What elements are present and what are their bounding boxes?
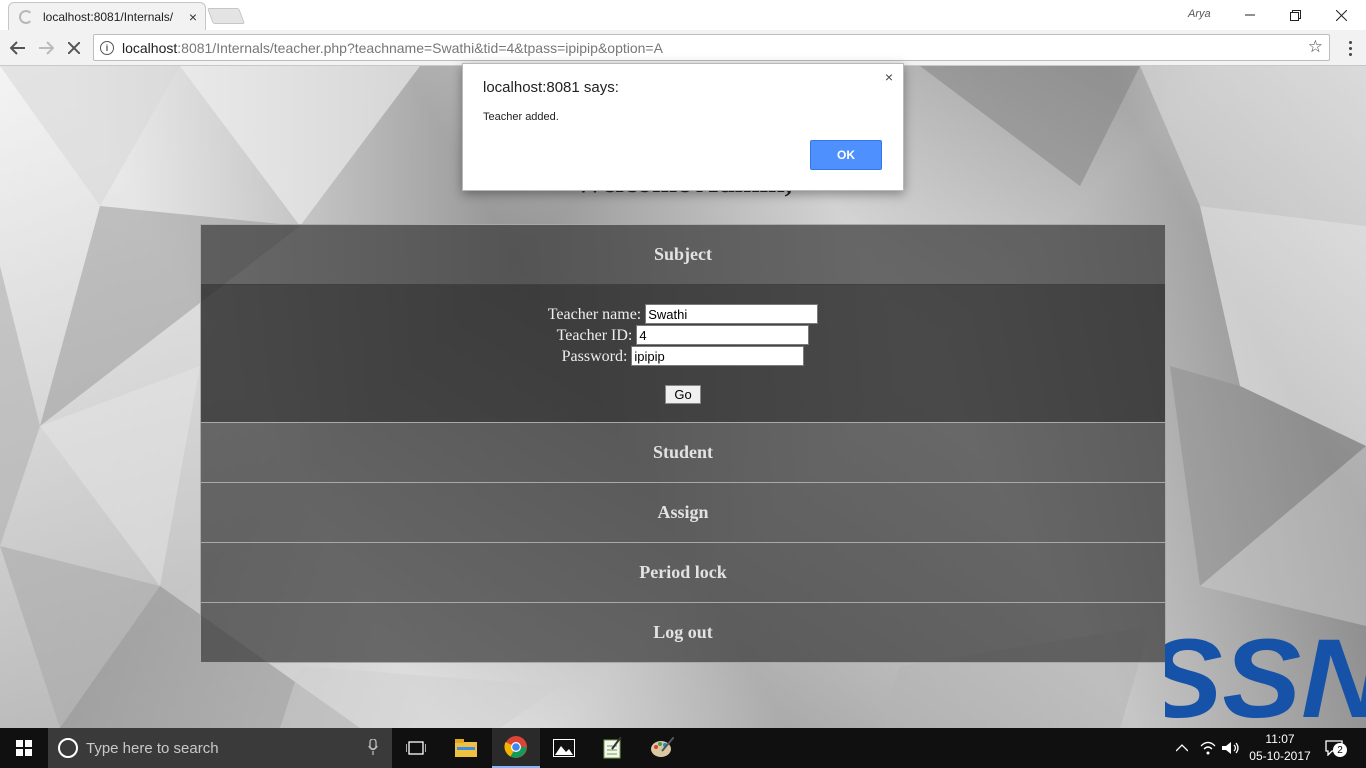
teacher-id-input[interactable] (636, 325, 810, 345)
chrome-icon[interactable] (492, 728, 540, 768)
address-bar[interactable]: i localhost:8081/Internals/teacher.php?t… (93, 34, 1330, 61)
bookmark-star-icon[interactable]: ☆ (1308, 37, 1323, 57)
window-close-icon[interactable] (1318, 0, 1364, 30)
restore-icon[interactable] (1272, 0, 1318, 30)
menu-subject[interactable]: Subject (200, 224, 1166, 285)
menu-log-out[interactable]: Log out (200, 602, 1166, 663)
url-text: localhost:8081/Internals/teacher.php?tea… (122, 39, 663, 56)
browser-titlebar: localhost:8081/Internals/ × Arya (0, 0, 1366, 30)
teacher-name-input[interactable] (645, 304, 819, 324)
menu-period-lock[interactable]: Period lock (200, 542, 1166, 603)
wifi-icon[interactable] (1200, 728, 1216, 768)
browser-menu-icon[interactable] (1340, 36, 1360, 60)
notification-count-badge: 2 (1333, 743, 1347, 757)
admin-menu: Subject Teacher name: Teacher ID: Passwo… (200, 224, 1166, 663)
go-button[interactable]: Go (665, 385, 701, 404)
ssn-logo: SSN (1165, 626, 1366, 728)
new-tab-button[interactable] (207, 8, 245, 24)
back-icon[interactable] (6, 36, 30, 60)
alert-dialog: localhost:8081 says: × Teacher added. OK (462, 63, 904, 191)
dialog-title: localhost:8081 says: (483, 79, 619, 96)
forward-icon[interactable] (34, 36, 58, 60)
profile-name[interactable]: Arya (1188, 8, 1211, 20)
password-input[interactable] (631, 346, 805, 366)
cortana-icon (58, 738, 78, 758)
notepad-icon[interactable] (589, 728, 637, 768)
windows-taskbar: Type here to search 11:07 05-10-2017 2 (0, 728, 1366, 768)
dialog-close-icon[interactable]: × (885, 69, 893, 85)
show-hidden-icons-icon[interactable] (1176, 728, 1188, 768)
search-placeholder: Type here to search (86, 739, 219, 757)
tab-close-icon[interactable]: × (189, 9, 197, 25)
paint-icon[interactable] (638, 728, 686, 768)
teacher-id-label: Teacher ID: (556, 327, 633, 344)
dialog-ok-button[interactable]: OK (810, 140, 882, 170)
loading-spinner-icon (19, 9, 33, 24)
file-explorer-icon[interactable] (442, 728, 490, 768)
password-label: Password: (561, 348, 628, 365)
stop-loading-icon[interactable] (62, 36, 86, 60)
browser-tab[interactable]: localhost:8081/Internals/ × (8, 2, 206, 30)
svg-text:SSN: SSN (1165, 626, 1366, 728)
taskbar-clock[interactable]: 11:07 05-10-2017 (1248, 731, 1312, 765)
dialog-message: Teacher added. (483, 111, 559, 123)
clock-time: 11:07 (1265, 732, 1295, 746)
volume-icon[interactable] (1222, 728, 1240, 768)
tab-title: localhost:8081/Internals/ (43, 9, 174, 24)
photos-icon[interactable] (540, 728, 588, 768)
microphone-icon[interactable] (368, 737, 378, 758)
taskbar-search[interactable]: Type here to search (48, 728, 392, 768)
teacher-form: Teacher name: Teacher ID: Password: Go (200, 284, 1166, 423)
clock-date: 05-10-2017 (1249, 749, 1311, 763)
site-info-icon[interactable]: i (100, 40, 114, 55)
windows-start-icon[interactable] (0, 728, 48, 768)
browser-toolbar: i localhost:8081/Internals/teacher.php?t… (0, 30, 1366, 66)
minimize-icon[interactable] (1227, 0, 1273, 30)
task-view-icon[interactable] (392, 728, 440, 768)
menu-assign[interactable]: Assign (200, 482, 1166, 543)
teacher-name-label: Teacher name: (547, 306, 642, 323)
menu-student[interactable]: Student (200, 422, 1166, 483)
